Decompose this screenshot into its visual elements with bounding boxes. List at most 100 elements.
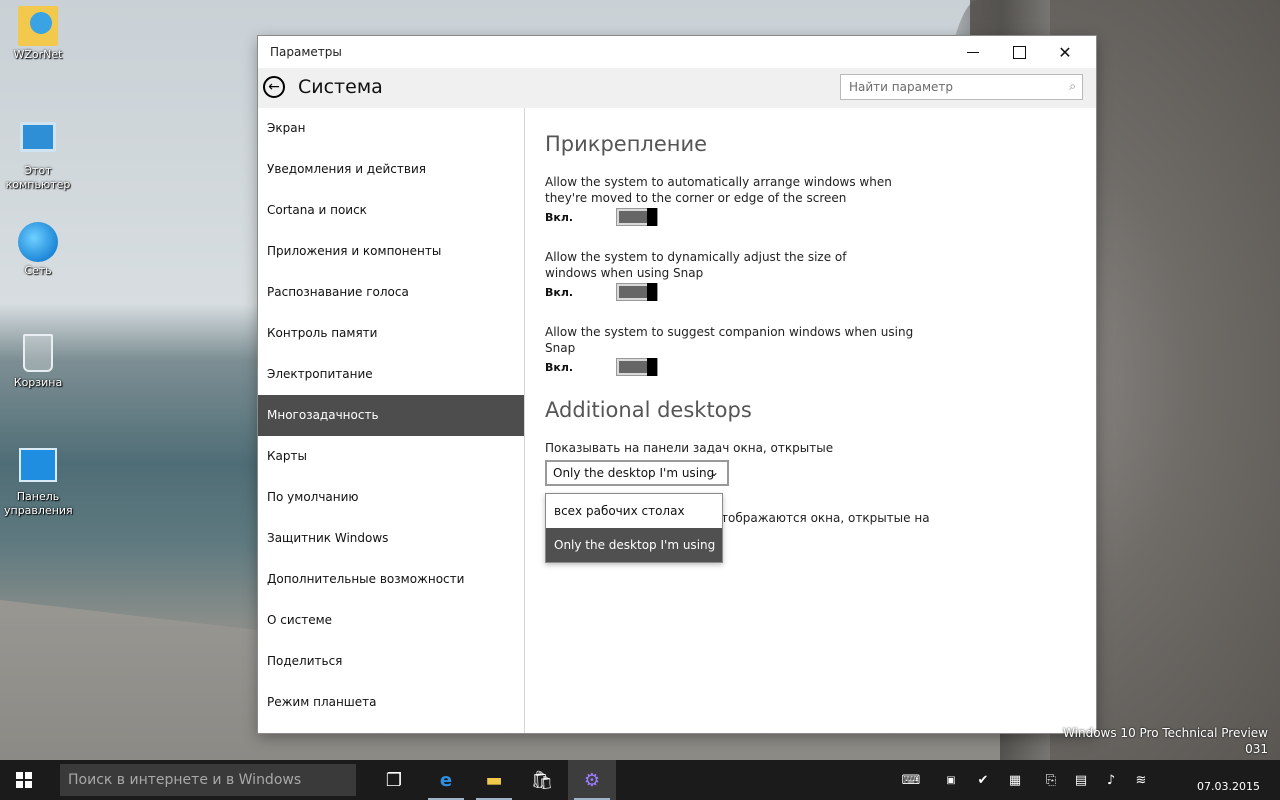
volume-tray-button[interactable]: ♪ [1100,760,1122,800]
select-value: Only the desktop I'm using [553,466,715,480]
signal-icon: ≋ [1135,772,1147,788]
grid-icon: ▦ [1008,772,1022,788]
toggle-state-label: Вкл. [545,285,574,299]
search-icon: ⌕ [1069,79,1076,93]
taskbar-windows-select[interactable]: Only the desktop I'm using ⌄ [545,460,729,486]
snap-resize-toggle[interactable] [616,283,658,301]
taskbar-search-input[interactable]: Поиск в интернете и в Windows [60,764,356,796]
chevron-down-icon: ⌄ [708,465,719,479]
network-tray-button[interactable]: ⎘ [1040,760,1062,800]
snap-option-desc: Allow the system to automatically arrang… [545,175,892,205]
additional-desktops-heading: Additional desktops [545,398,752,422]
vm-icon: ▣ [946,774,956,786]
task-view-button[interactable]: ❐ [370,760,418,800]
desktop-icon-recycle-bin[interactable]: Корзина [4,330,72,390]
grid-tray-button[interactable]: ▦ [1004,760,1026,800]
maximize-button[interactable] [996,36,1042,68]
settings-window: Параметры ✕ ← Система Найти параметр ⌕ Э… [258,36,1096,733]
sidebar-item-cortana[interactable]: Cortana и поиск [258,190,524,231]
sidebar-item-share[interactable]: Поделиться [258,641,524,682]
window-title: Параметры [270,45,342,59]
search-placeholder: Найти параметр [849,80,953,94]
shield-check-icon: ✔ [977,772,989,788]
desktop-icon-label: WZorNet [13,48,63,61]
task-view-icon: ❐ [385,769,403,791]
taskbar-clock-date[interactable]: 07.03.2015 [1197,780,1260,793]
settings-sidebar: Экран Уведомления и действия Cortana и п… [258,108,525,733]
keyboard-icon: ⌨ [901,772,921,788]
watermark-line: 031 [1245,742,1268,756]
back-arrow-icon: ← [268,79,280,95]
dropdown-option-all-desktops[interactable]: всех рабочих столах [546,494,722,528]
start-button[interactable] [0,760,48,800]
sidebar-item-speech[interactable]: Распознавание голоса [258,272,524,313]
signal-tray-button[interactable]: ≋ [1130,760,1152,800]
dropdown-option-current-desktop[interactable]: Only the desktop I'm using [546,528,722,562]
gear-icon: ⚙ [583,769,601,791]
snap-option-2: Allow the system to dynamically adjust t… [545,249,895,303]
recycle-bin-icon [18,334,58,374]
action-center-icon: ▤ [1074,772,1088,788]
store-taskbar-button[interactable]: 🛍 [518,760,566,800]
vm-tray-button[interactable]: ▣ [940,760,962,800]
control-panel-icon [18,448,58,488]
volume-icon: ♪ [1106,772,1116,788]
sidebar-item-optional-features[interactable]: Дополнительные возможности [258,559,524,600]
sidebar-item-multitasking[interactable]: Многозадачность [258,395,524,436]
close-button[interactable]: ✕ [1042,36,1088,68]
desktop-icon-label: Сеть [24,264,52,277]
network-status-icon: ⎘ [1045,772,1057,788]
security-tray-button[interactable]: ✔ [972,760,994,800]
sidebar-item-storage[interactable]: Контроль памяти [258,313,524,354]
sidebar-item-screen[interactable]: Экран [258,108,524,149]
alttab-dropdown-menu: всех рабочих столах Only the desktop I'm… [545,493,723,563]
folder-icon: ▬ [485,769,503,791]
sidebar-item-about[interactable]: О системе [258,600,524,641]
maximize-icon [1012,45,1026,59]
network-icon [18,222,58,262]
edge-taskbar-button[interactable]: e [422,760,470,800]
settings-header: ← Система Найти параметр ⌕ [258,68,1096,108]
sidebar-item-tablet-mode[interactable]: Режим планшета [258,682,524,723]
sidebar-item-maps[interactable]: Карты [258,436,524,477]
desktop-icon-this-pc[interactable]: Этот компьютер [4,116,72,192]
file-explorer-taskbar-button[interactable]: ▬ [470,760,518,800]
minimize-icon [967,51,979,53]
user-folder-icon [18,6,58,46]
window-titlebar[interactable]: Параметры ✕ [258,36,1096,69]
sidebar-item-notifications[interactable]: Уведомления и действия [258,149,524,190]
close-icon: ✕ [1058,42,1072,62]
toggle-state-label: Вкл. [545,210,574,224]
desktop-icon-label: Этот компьютер [5,164,71,191]
desktop-icon-label: Панель управления [4,490,73,517]
snap-companion-toggle[interactable] [616,358,658,376]
store-icon: 🛍 [530,769,554,791]
keyboard-tray-button[interactable]: ⌨ [894,760,928,800]
watermark-line: Windows 10 Pro Technical Preview [1063,726,1268,740]
desktop-icon-control-panel[interactable]: Панель управления [4,444,73,518]
minimize-button[interactable] [950,36,996,68]
snap-option-desc: Allow the system to suggest companion wi… [545,325,914,355]
alttab-windows-label: тображаются окна, открытые на [721,511,930,525]
settings-search-input[interactable]: Найти параметр ⌕ [840,74,1083,100]
sidebar-item-apps[interactable]: Приложения и компоненты [258,231,524,272]
snap-option-1: Allow the system to automatically arrang… [545,174,895,228]
computer-icon [18,122,58,162]
settings-taskbar-button[interactable]: ⚙ [568,760,616,800]
snap-arrange-toggle[interactable] [616,208,658,226]
sidebar-item-defender[interactable]: Защитник Windows [258,518,524,559]
desktop-icon-label: Корзина [13,376,63,389]
action-center-tray-button[interactable]: ▤ [1070,760,1092,800]
toggle-state-label: Вкл. [545,360,574,374]
back-button[interactable]: ← [263,76,285,98]
desktop-icon-network[interactable]: Сеть [4,222,72,278]
snap-option-3: Allow the system to suggest companion wi… [545,324,915,378]
sidebar-item-defaults[interactable]: По умолчанию [258,477,524,518]
os-watermark: Windows 10 Pro Technical Preview 031 [1063,725,1268,757]
taskbar: Поиск в интернете и в Windows ❐ e ▬ 🛍 ⚙ … [0,760,1280,800]
snap-heading: Прикрепление [545,132,708,156]
desktop-icon-wzornet[interactable]: WZorNet [4,6,72,62]
windows-logo-icon [16,772,32,788]
edge-icon: e [439,769,453,791]
sidebar-item-power[interactable]: Электропитание [258,354,524,395]
